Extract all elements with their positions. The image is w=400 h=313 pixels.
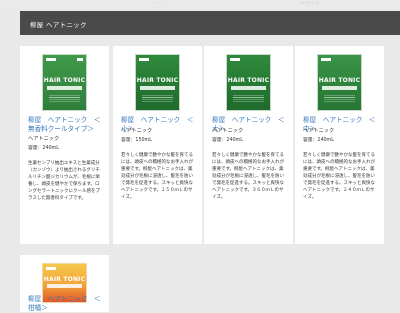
- package-logo-text: HAIR TONIC: [318, 77, 361, 84]
- product-image[interactable]: HAIR TONIC: [135, 54, 180, 111]
- package-tag: [230, 58, 240, 61]
- product-category: ヘアトニック: [212, 128, 244, 134]
- product-card[interactable]: HAIR TONIC 柳屋 ヘアトニック ＜無香料クールタイプ＞ ヘアトニック …: [20, 46, 109, 244]
- product-volume: 容量：240mL: [28, 146, 59, 151]
- product-package-image: HAIR TONIC: [317, 54, 362, 111]
- package-logo-text: HAIR TONIC: [43, 276, 86, 283]
- product-category: ヘアトニック: [121, 128, 153, 134]
- product-category: ヘアトニック: [28, 136, 60, 142]
- top-strip-left-text: ・・・・: [150, 0, 166, 5]
- product-card[interactable]: HAIR TONIC 柳屋 ヘアトニック ＜柑橘＞: [20, 255, 109, 312]
- category-header: 柳屋 ヘアトニック: [20, 11, 400, 35]
- product-volume: 容量：240mL: [303, 138, 334, 143]
- category-title: 柳屋 ヘアトニック: [30, 21, 87, 29]
- product-volume: 容量：150mL: [121, 138, 152, 143]
- package-logo-text: HAIR TONIC: [43, 77, 86, 84]
- package-band: [47, 86, 82, 90]
- package-tag: [139, 58, 149, 61]
- package-band: [140, 86, 175, 90]
- product-category: ヘアトニック: [303, 128, 335, 134]
- package-band: [231, 86, 266, 90]
- package-tag: [46, 58, 56, 61]
- top-strip-right-text: ﾒﾓ ﾒﾓﾒﾓ ﾒﾓ: [300, 0, 319, 5]
- package-tag: [46, 267, 56, 270]
- product-description: 生薬センブリ抽出エキスと生薬成分（カンゾウ）より抽出されるグリチルリチン酸ジカリ…: [28, 161, 100, 201]
- package-lines: [233, 95, 264, 103]
- package-tag: [321, 58, 331, 61]
- product-card[interactable]: HAIR TONIC 柳屋 ヘアトニック ＜小＞ ヘアトニック 容量：150mL…: [113, 46, 202, 244]
- package-logo-text: HAIR TONIC: [227, 77, 270, 84]
- product-image[interactable]: HAIR TONIC: [317, 54, 362, 111]
- top-strip: ・・・・ ﾒﾓ ﾒﾓﾒﾓ ﾒﾓ: [0, 0, 400, 11]
- product-package-image: HAIR TONIC: [42, 54, 87, 111]
- package-lines: [142, 95, 173, 103]
- product-image[interactable]: HAIR TONIC: [42, 54, 87, 111]
- product-card[interactable]: HAIR TONIC 柳屋 ヘアトニック ＜中＞ ヘアトニック 容量：240mL…: [295, 46, 384, 244]
- package-logo-text: HAIR TONIC: [136, 77, 179, 84]
- product-image[interactable]: HAIR TONIC: [226, 54, 271, 111]
- package-band: [47, 284, 82, 288]
- package-lines: [49, 95, 80, 103]
- product-description: 若々しく健康で艶やかな髪を育てるには、頭皮への積極的なお手入れが重要です。柳屋ヘ…: [121, 153, 193, 200]
- product-title-link[interactable]: 柳屋 ヘアトニック ＜柑橘＞: [28, 295, 106, 313]
- product-package-image: HAIR TONIC: [226, 54, 271, 111]
- product-card[interactable]: HAIR TONIC 柳屋 ヘアトニック ＜大＞ ヘアトニック 容量：240mL…: [204, 46, 293, 244]
- product-description: 若々しく健康で艶やかな髪を育てるには、頭皮への積極的なお手入れが重要です。柳屋ヘ…: [212, 153, 284, 200]
- package-lines: [324, 95, 355, 103]
- package-band: [322, 86, 357, 90]
- product-package-image: HAIR TONIC: [135, 54, 180, 111]
- product-description: 若々しく健康で艶やかな髪を育てるには、頭皮への積極的なお手入れが重要です。柳屋ヘ…: [303, 153, 375, 200]
- package-tag: [77, 58, 83, 61]
- product-volume: 容量：240mL: [212, 138, 243, 143]
- product-title-link[interactable]: 柳屋 ヘアトニック ＜無香料クールタイプ＞: [28, 116, 106, 134]
